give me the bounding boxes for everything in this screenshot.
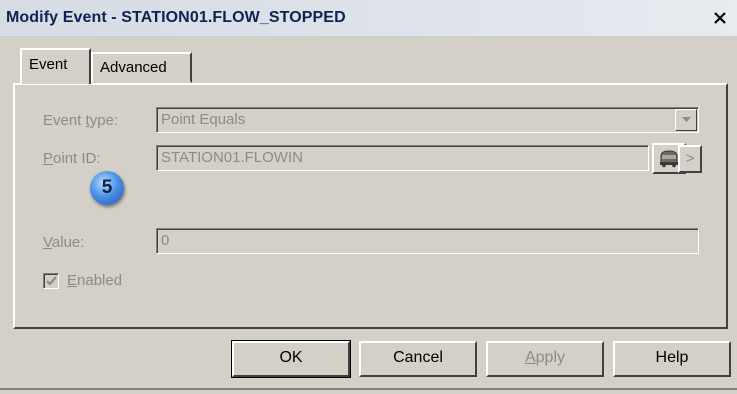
- enabled-label[interactable]: Enabled: [67, 272, 122, 289]
- point-more-button[interactable]: >: [678, 145, 702, 173]
- cancel-button[interactable]: Cancel: [359, 341, 477, 377]
- close-button[interactable]: [709, 7, 731, 29]
- window-title: Modify Event - STATION01.FLOW_STOPPED: [6, 9, 346, 26]
- apply-button[interactable]: Apply: [486, 341, 604, 377]
- value-input[interactable]: 0: [156, 228, 699, 254]
- value-value: 0: [161, 232, 170, 249]
- bottom-edge: [0, 388, 737, 390]
- value-label: Value:: [43, 234, 85, 251]
- tab-event[interactable]: Event: [20, 48, 91, 84]
- point-id-input[interactable]: STATION01.FLOWIN: [156, 145, 649, 171]
- chevron-down-icon: [681, 117, 691, 122]
- event-type-dropdown-button[interactable]: [675, 109, 697, 131]
- step-callout-badge: 5: [90, 171, 124, 205]
- checkmark-icon: [46, 276, 57, 286]
- help-button[interactable]: Help: [613, 341, 731, 377]
- ok-button[interactable]: OK: [231, 340, 351, 378]
- enabled-checkbox[interactable]: [43, 273, 59, 289]
- modify-event-dialog: Modify Event - STATION01.FLOW_STOPPED Ev…: [0, 0, 737, 394]
- event-type-value: Point Equals: [161, 111, 246, 128]
- event-type-select[interactable]: Point Equals: [156, 107, 699, 133]
- close-icon: [714, 12, 726, 24]
- tab-advanced[interactable]: Advanced: [91, 52, 192, 83]
- event-type-label: Event type:: [43, 112, 119, 129]
- title-bar[interactable]: Modify Event - STATION01.FLOW_STOPPED: [0, 0, 737, 37]
- point-id-value: STATION01.FLOWIN: [161, 149, 303, 166]
- more-label: >: [685, 150, 695, 167]
- point-id-label: Point ID:: [43, 150, 101, 167]
